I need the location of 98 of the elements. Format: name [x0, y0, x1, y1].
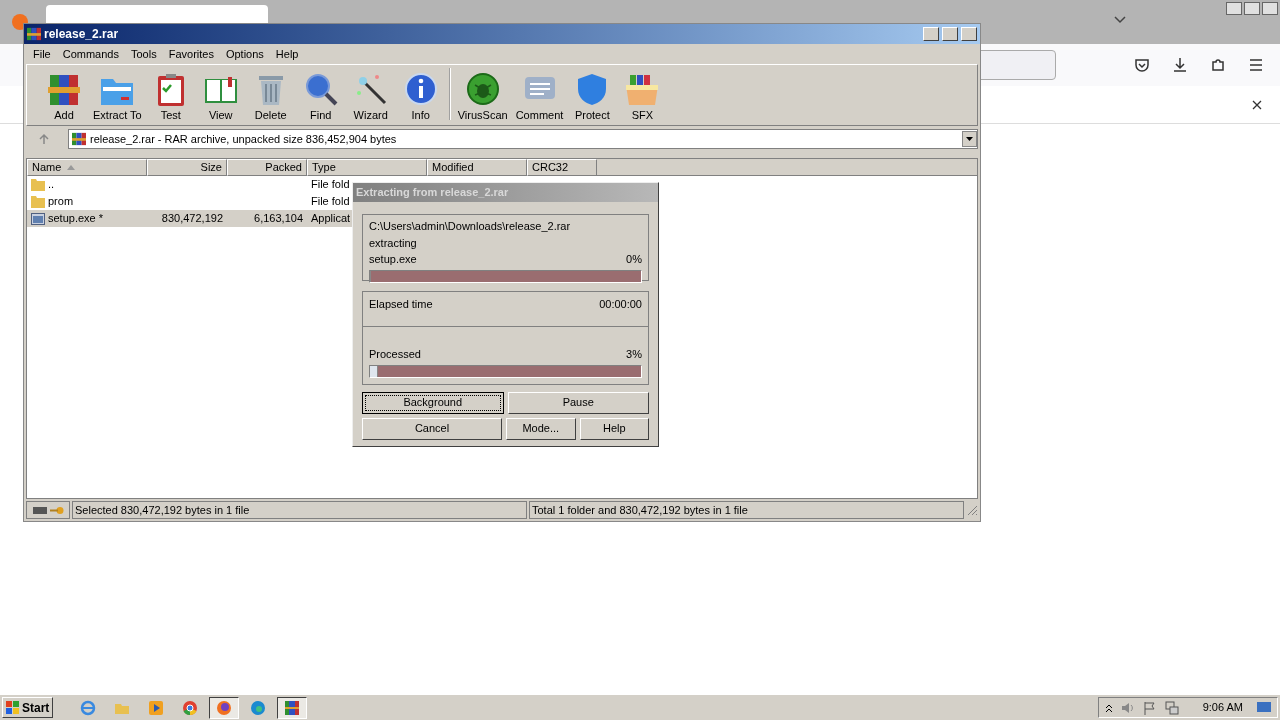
table-cell-text: File fold	[311, 177, 350, 193]
archive-icon	[72, 132, 86, 146]
menu-item[interactable]: Options	[219, 45, 270, 63]
toolbar-button[interactable]: Add	[39, 70, 89, 123]
pocket-icon[interactable]	[1134, 57, 1150, 73]
toolbar-button[interactable]: Test	[145, 70, 196, 123]
column-header[interactable]: Modified	[427, 159, 527, 176]
action-text: extracting	[369, 235, 418, 251]
column-label: Name	[32, 160, 62, 176]
toolbar-button[interactable]: View	[195, 70, 246, 123]
toolbar-button[interactable]: Delete	[245, 70, 296, 123]
path-field[interactable]: release_2.rar - RAR archive, unpacked size 836,452,904 bytes	[68, 129, 978, 149]
firefox-icon	[12, 14, 28, 30]
elapsed-label: Elapsed time	[369, 297, 433, 312]
taskbar-button[interactable]	[209, 696, 240, 719]
edge-icon	[250, 699, 267, 716]
percent-text: 3%	[626, 347, 642, 362]
elapsed-time: 00:00:00	[599, 297, 642, 312]
chevron-up-icon[interactable]	[1104, 702, 1113, 713]
program-icon	[31, 212, 45, 225]
status-text: Selected 830,472,192 bytes in 1 file	[72, 501, 527, 519]
folder-icon	[31, 195, 45, 208]
network-icon[interactable]	[1164, 700, 1179, 715]
tab-list-button[interactable]	[1114, 16, 1126, 24]
key-icon	[49, 505, 64, 515]
dialog-button[interactable]: Pause	[507, 391, 649, 414]
column-header[interactable]: CRC32	[527, 159, 597, 176]
clock: 9:06 AM	[1202, 700, 1243, 716]
windows-logo-icon	[6, 700, 20, 715]
dialog-title: Extracting from release_2.rar	[356, 185, 509, 201]
column-label: Type	[312, 160, 336, 176]
menu-icon[interactable]	[1248, 57, 1264, 73]
caret-icon	[966, 137, 973, 141]
close-icon[interactable]	[1252, 99, 1262, 110]
dialog-button[interactable]: Mode...	[506, 417, 576, 440]
resize-grip-icon[interactable]	[966, 504, 978, 516]
toolbar-button[interactable]: Comment	[511, 70, 568, 123]
toolbar-button[interactable]: Extract To	[89, 70, 146, 123]
table-cell-text: Applicat	[311, 211, 351, 227]
address-field[interactable]	[980, 50, 1056, 80]
table-cell-text: File fold	[311, 194, 350, 210]
chrome-icon	[182, 699, 199, 716]
toolbar-button[interactable]: Wizard	[345, 70, 396, 123]
toolbar-button[interactable]: Protect	[567, 70, 618, 123]
sort-arrow-icon	[67, 165, 76, 170]
column-label: Size	[200, 160, 222, 176]
table-cell-text: ..	[48, 177, 55, 193]
dialog-button[interactable]: Help	[579, 417, 649, 440]
restore-button[interactable]	[1244, 2, 1260, 15]
status-text: Total 1 folder and 830,472,192 bytes in 1 file	[529, 501, 964, 519]
dialog-button[interactable]: Background	[362, 391, 504, 414]
file-name: setup.exe	[369, 252, 417, 267]
percent-text: 0%	[626, 252, 642, 267]
table-cell-text: setup.exe *	[48, 211, 104, 227]
column-label: Packed	[265, 160, 302, 176]
table-cell-text: prom	[48, 194, 74, 210]
toolbar-button[interactable]: Find	[295, 70, 346, 123]
taskbar-button[interactable]	[277, 696, 308, 719]
column-label: Modified	[432, 160, 474, 176]
column-header[interactable]: Size	[147, 159, 227, 176]
dropdown-button[interactable]	[962, 131, 977, 147]
show-desktop-icon[interactable]	[1257, 701, 1271, 714]
menu-item[interactable]: Help	[269, 45, 305, 63]
dialog-button[interactable]: Cancel	[362, 417, 502, 440]
toolbar-button[interactable]: Info	[395, 70, 446, 123]
column-header[interactable]: Type	[307, 159, 427, 176]
column-label: CRC32	[532, 160, 569, 176]
menu-item[interactable]: File	[27, 45, 57, 63]
folder-icon	[31, 178, 45, 191]
close-button[interactable]	[1262, 2, 1278, 15]
up-arrow-icon[interactable]	[38, 133, 50, 145]
processed-label: Processed	[369, 347, 421, 362]
firefox-icon	[216, 699, 233, 716]
minimize-button[interactable]	[1226, 2, 1242, 15]
flag-icon[interactable]	[1142, 700, 1157, 715]
puzzle-icon[interactable]	[1210, 57, 1226, 73]
toolbar-button[interactable]: VirusScan	[453, 70, 512, 123]
play-icon	[148, 699, 165, 716]
globe-icon	[80, 699, 97, 716]
column-header[interactable]: Name	[27, 159, 147, 176]
speaker-icon[interactable]	[1120, 700, 1135, 715]
bug-icon	[464, 70, 501, 107]
table-cell-text: 6,163,104	[254, 211, 303, 227]
column-header[interactable]: Packed	[227, 159, 307, 176]
table-cell-text: 830,472,192	[161, 211, 223, 227]
archive-icon	[284, 699, 301, 716]
info-icon	[402, 70, 439, 107]
drive-icon	[32, 506, 47, 514]
download-icon[interactable]	[1172, 57, 1188, 73]
toolbar-button[interactable]: SFX	[617, 70, 668, 123]
start-button[interactable]: Start	[2, 697, 54, 718]
archive-icon	[27, 27, 41, 41]
window-title: release_2.rar	[44, 26, 119, 43]
menu-item[interactable]: Tools	[125, 45, 163, 63]
path-text: release_2.rar - RAR archive, unpacked size 836,452,904 bytes	[90, 131, 398, 147]
maximize-button[interactable]	[942, 27, 958, 41]
menu-item[interactable]: Favorites	[162, 45, 220, 63]
menu-item[interactable]: Commands	[56, 45, 125, 63]
